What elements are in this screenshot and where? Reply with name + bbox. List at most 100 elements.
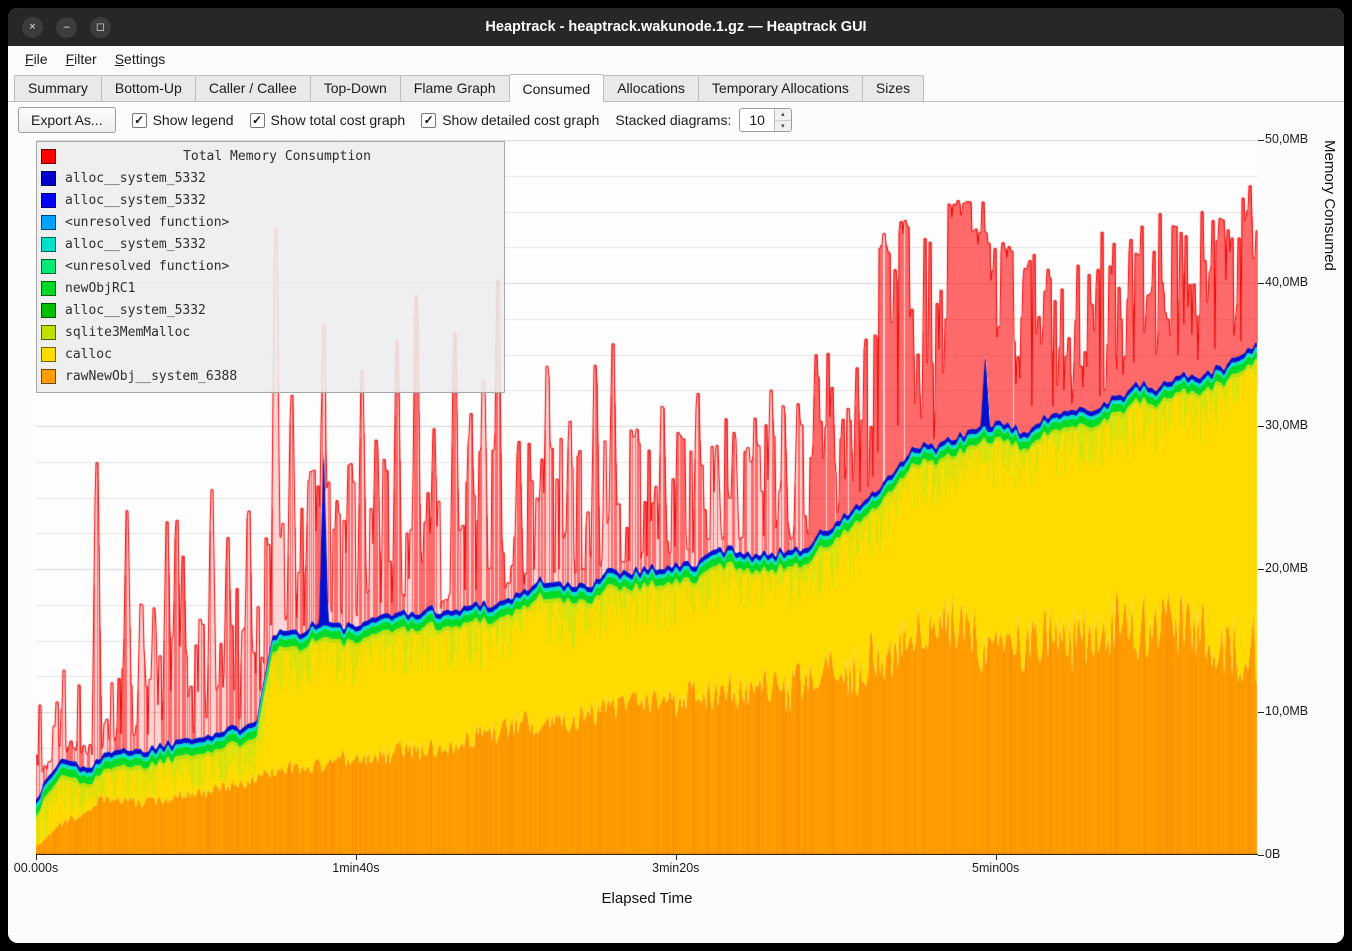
- legend-item: <unresolved function>: [41, 255, 498, 277]
- y-tick-mark: [1258, 426, 1264, 427]
- checkbox-row[interactable]: ✓ Show total cost graph: [250, 112, 406, 128]
- tab-label: Bottom-Up: [115, 80, 182, 96]
- menu-item-label: File: [25, 51, 48, 67]
- x-axis-title: Elapsed Time: [36, 890, 1258, 907]
- x-tick-label: 3min20s: [652, 861, 699, 875]
- legend-item-swatch: [41, 171, 56, 186]
- spinbox-down-button[interactable]: ▾: [775, 121, 791, 132]
- tab-label: Summary: [28, 80, 88, 96]
- legend-item: sqlite3MemMalloc: [41, 321, 498, 343]
- tab-flame-graph[interactable]: Flame Graph: [400, 75, 510, 101]
- y-tick-label: 0B: [1265, 847, 1280, 861]
- checkbox[interactable]: ✓: [250, 113, 265, 128]
- menu-file[interactable]: File: [16, 48, 57, 70]
- legend-item-swatch: [41, 215, 56, 230]
- title-bar: × – ◻ Heaptrack - heaptrack.wakunode.1.g…: [8, 8, 1344, 46]
- y-tick-label: 10,0MB: [1265, 704, 1308, 718]
- tab-top-down[interactable]: Top-Down: [310, 75, 401, 101]
- y-tick-mark: [1258, 569, 1264, 570]
- legend-item: alloc__system_5332: [41, 233, 498, 255]
- close-button[interactable]: ×: [22, 17, 43, 38]
- legend-item-label: <unresolved function>: [65, 259, 229, 274]
- checkbox[interactable]: ✓: [132, 113, 147, 128]
- x-tick-mark: [996, 855, 997, 860]
- chart-legend: Total Memory Consumption alloc__system_5…: [36, 141, 505, 393]
- stacked-diagrams-group: Stacked diagrams: 10 ▴ ▾: [615, 108, 792, 132]
- legend-item: <unresolved function>: [41, 211, 498, 233]
- check-icon: ✓: [424, 114, 434, 126]
- legend-item-swatch: [41, 193, 56, 208]
- tab-caller-callee[interactable]: Caller / Callee: [195, 75, 311, 101]
- checkbox-row[interactable]: ✓ Show detailed cost graph: [421, 112, 599, 128]
- tab-bottom-up[interactable]: Bottom-Up: [101, 75, 196, 101]
- y-tick-mark: [1258, 283, 1264, 284]
- check-icon: ✓: [252, 114, 262, 126]
- y-tick-label: 30,0MB: [1265, 418, 1308, 432]
- tab-sizes[interactable]: Sizes: [862, 75, 924, 101]
- tab-summary[interactable]: Summary: [14, 75, 102, 101]
- legend-item-label: sqlite3MemMalloc: [65, 325, 190, 340]
- spinbox-buttons: ▴ ▾: [774, 109, 791, 131]
- legend-item-label: rawNewObj__system_6388: [65, 369, 237, 384]
- y-tick-mark: [1258, 855, 1264, 856]
- y-tick-label: 20,0MB: [1265, 561, 1308, 575]
- legend-item-label: alloc__system_5332: [65, 237, 206, 252]
- checkbox-row[interactable]: ✓ Show legend: [132, 112, 234, 128]
- legend-item-label: <unresolved function>: [65, 215, 229, 230]
- export-as-button[interactable]: Export As...: [18, 107, 116, 133]
- check-icon: ✓: [134, 114, 144, 126]
- y-tick-label: 40,0MB: [1265, 275, 1308, 289]
- legend-item-label: alloc__system_5332: [65, 303, 206, 318]
- menu-settings[interactable]: Settings: [106, 48, 175, 70]
- window-button-icon: ×: [29, 22, 35, 33]
- tab-consumed[interactable]: Consumed: [509, 74, 605, 102]
- checkbox[interactable]: ✓: [421, 113, 436, 128]
- checkbox-label: Show detailed cost graph: [442, 112, 599, 128]
- tab-label: Top-Down: [324, 80, 387, 96]
- legend-item-swatch: [41, 303, 56, 318]
- x-tick-label: 1min40s: [332, 861, 379, 875]
- legend-item: rawNewObj__system_6388: [41, 365, 498, 387]
- tab-label: Flame Graph: [414, 80, 496, 96]
- legend-item-swatch: [41, 325, 56, 340]
- legend-item-swatch: [41, 369, 56, 384]
- tab-label: Temporary Allocations: [712, 80, 849, 96]
- minimize-button[interactable]: –: [56, 17, 77, 38]
- legend-item: alloc__system_5332: [41, 189, 498, 211]
- menu-filter[interactable]: Filter: [57, 48, 106, 70]
- legend-item-label: calloc: [65, 347, 112, 362]
- spinbox-up-button[interactable]: ▴: [775, 109, 791, 121]
- legend-item-label: newObjRC1: [65, 281, 135, 296]
- x-tick-label: 00.000s: [14, 861, 58, 875]
- y-axis-title: Memory Consumed: [1321, 140, 1338, 855]
- tab-label: Allocations: [617, 80, 685, 96]
- legend-item: alloc__system_5332: [41, 167, 498, 189]
- stacked-diagrams-spinbox[interactable]: 10 ▴ ▾: [739, 108, 792, 132]
- menu-item-label: Filter: [66, 51, 97, 67]
- legend-item: newObjRC1: [41, 277, 498, 299]
- x-tick-mark: [356, 855, 357, 860]
- y-tick-label: 50,0MB: [1265, 132, 1308, 146]
- tab-label: Sizes: [876, 80, 910, 96]
- tab-temporary-allocations[interactable]: Temporary Allocations: [698, 75, 863, 101]
- x-tick-mark: [676, 855, 677, 860]
- checkbox-label: Show legend: [153, 112, 234, 128]
- y-tick-mark: [1258, 712, 1264, 713]
- stacked-diagrams-label: Stacked diagrams:: [615, 112, 731, 128]
- window-button-icon: ◻: [96, 22, 105, 33]
- checkbox-label: Show total cost graph: [271, 112, 406, 128]
- maximize-button[interactable]: ◻: [90, 17, 111, 38]
- menu-bar: File Filter Settings: [8, 46, 1344, 72]
- legend-title-swatch: [41, 149, 56, 164]
- y-tick-mark: [1258, 140, 1264, 141]
- menu-item-label: Settings: [115, 51, 166, 67]
- legend-item-swatch: [41, 347, 56, 362]
- window-title: Heaptrack - heaptrack.wakunode.1.gz — He…: [485, 19, 866, 35]
- tab-bar: Summary Bottom-Up Caller / Callee Top-Do…: [8, 72, 1344, 102]
- legend-item-label: alloc__system_5332: [65, 193, 206, 208]
- spinbox-value: 10: [740, 109, 774, 131]
- tab-allocations[interactable]: Allocations: [603, 75, 699, 101]
- legend-item-swatch: [41, 259, 56, 274]
- window-controls: × – ◻: [22, 8, 111, 46]
- legend-title-row: Total Memory Consumption: [41, 145, 498, 167]
